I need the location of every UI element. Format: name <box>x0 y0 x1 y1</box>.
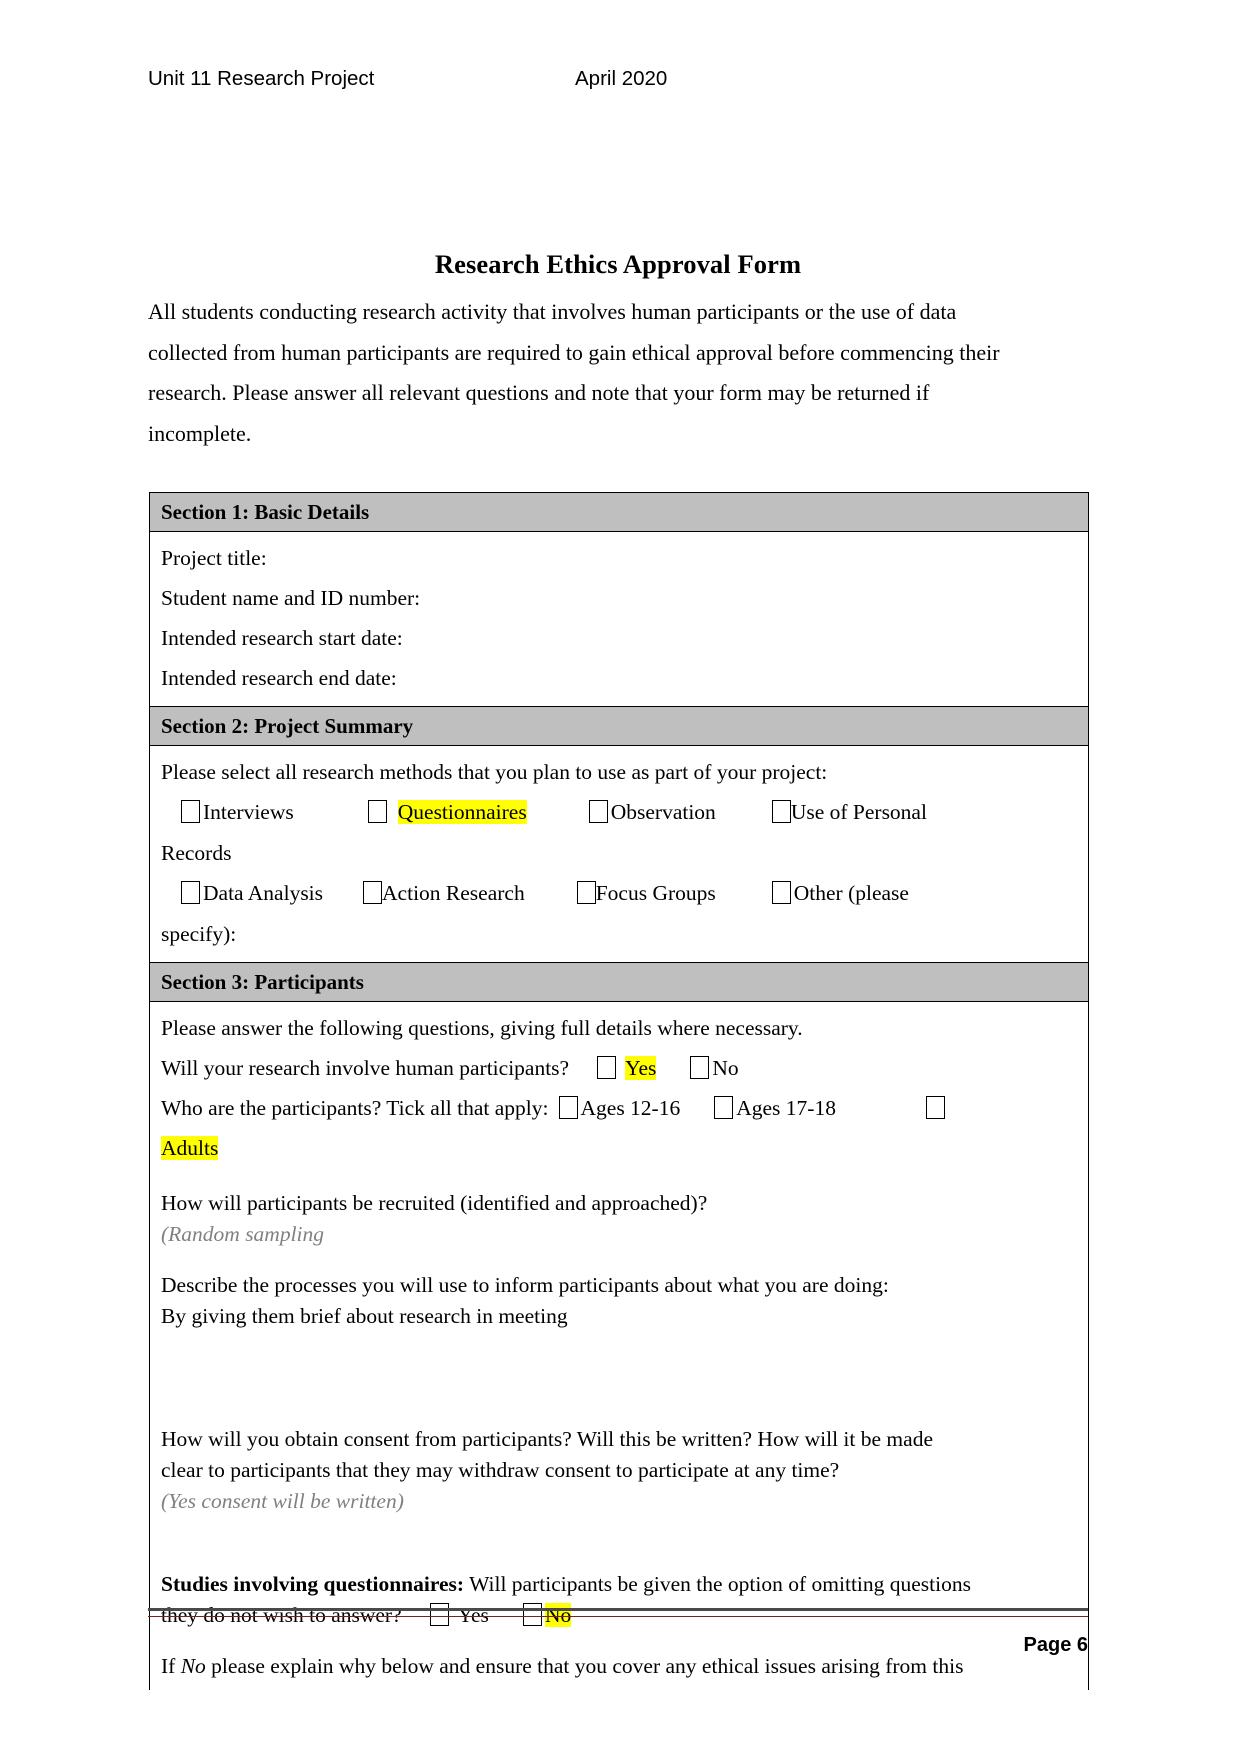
question-consent: How will you obtain consent from partici… <box>161 1424 1076 1517</box>
document-page: Unit 11 Research Project April 2020 Rese… <box>0 0 1241 1754</box>
checkbox-icon[interactable] <box>597 1056 617 1079</box>
question-text-line-1: Studies involving questionnaires: Will p… <box>161 1569 1076 1600</box>
option-label-ages-17-18: Ages 17-18 <box>736 1096 836 1120</box>
footer-rule-dark <box>148 1608 1088 1611</box>
checkbox-icon[interactable] <box>771 881 791 904</box>
page-title: Research Ethics Approval Form <box>434 249 802 279</box>
participants-prompt: Please answer the following questions, g… <box>161 1016 803 1040</box>
checkbox-icon[interactable] <box>714 1096 734 1119</box>
answer-no-label[interactable]: No <box>712 1056 738 1080</box>
section-2-body: Please select all research methods that … <box>150 746 1088 963</box>
section-3-heading: Section 3: Participants <box>150 963 1088 1002</box>
checkbox-option-interviews[interactable]: Interviews <box>181 792 294 833</box>
option-label: Focus Groups <box>595 881 716 905</box>
checkbox-option-data-analysis[interactable]: Data Analysis <box>181 873 323 914</box>
question-questionnaires-omit: Studies involving questionnaires: Will p… <box>161 1569 1076 1631</box>
ethics-form-table: Section 1: Basic Details Project title: … <box>149 492 1089 1690</box>
header-right-date: April 2020 <box>575 67 668 90</box>
option-label-adults-wrap: Adults <box>161 1128 1076 1168</box>
methods-row-2-wrap: specify): <box>161 922 237 946</box>
checkbox-option-questionnaires[interactable]: Questionnaires <box>367 792 527 833</box>
checkbox-icon[interactable] <box>367 800 387 823</box>
section-1-heading: Section 1: Basic Details <box>150 493 1088 532</box>
checkbox-option-other[interactable]: Other (please <box>771 873 909 914</box>
answer-recruitment[interactable]: (Random sampling <box>161 1219 1076 1250</box>
checkbox-option-use-of-personal-records[interactable]: Use of Personal <box>771 792 927 833</box>
methods-prompt: Please select all research methods that … <box>161 760 828 784</box>
answer-consent[interactable]: (Yes consent will be written) <box>161 1486 1076 1517</box>
answer-inform-participants[interactable]: By giving them brief about research in m… <box>161 1301 1076 1332</box>
question-text-rest-2: they do not wish to answer? <box>161 1603 402 1627</box>
checkbox-icon[interactable] <box>558 1096 578 1119</box>
field-project-title[interactable]: Project title: <box>161 538 1076 578</box>
checkbox-option-focus-groups[interactable]: Focus Groups <box>576 873 716 914</box>
checkbox-icon[interactable] <box>588 800 608 823</box>
question-who-are-participants: Who are the participants? Tick all that … <box>161 1088 1076 1128</box>
checkbox-option-observation[interactable]: Observation <box>588 792 716 833</box>
checkbox-icon[interactable] <box>429 1603 449 1626</box>
question-recruitment: How will participants be recruited (iden… <box>161 1188 1076 1250</box>
option-label: Interviews <box>203 800 294 824</box>
methods-row-2: Data Analysis Action Research Focus Groups… <box>161 873 1076 914</box>
intro-line-3: research. Please answer all relevant que… <box>148 380 930 405</box>
footer-page-number: Page 6 <box>1023 1634 1088 1656</box>
option-label: Questionnaires <box>397 800 527 824</box>
answer-no-label[interactable]: No <box>544 1603 572 1627</box>
field-end-date[interactable]: Intended research end date: <box>161 658 1076 698</box>
checkbox-icon[interactable] <box>925 1096 945 1119</box>
question-text-rest: Will participants be given the option of… <box>464 1572 971 1596</box>
option-label: Action Research <box>382 881 525 905</box>
footer-rule-red <box>148 1616 1088 1617</box>
checkbox-icon[interactable] <box>576 881 596 904</box>
intro-line-4: incomplete. <box>148 420 252 446</box>
field-student-name-id[interactable]: Student name and ID number: <box>161 578 1076 618</box>
intro-paragraph: All students conducting research activit… <box>148 292 1086 454</box>
checkbox-icon[interactable] <box>522 1603 542 1626</box>
methods-row-1-wrap: Records <box>161 841 232 865</box>
option-label: Use of Personal <box>790 800 927 824</box>
section-3-body: Please answer the following questions, g… <box>150 1002 1088 1690</box>
checkbox-icon[interactable] <box>363 881 383 904</box>
section-2-heading: Section 2: Project Summary <box>150 707 1088 746</box>
checkbox-icon[interactable] <box>690 1056 710 1079</box>
field-start-date[interactable]: Intended research start date: <box>161 618 1076 658</box>
checkbox-icon[interactable] <box>181 881 200 904</box>
section-1-body: Project title: Student name and ID numbe… <box>150 532 1088 707</box>
option-label: Other (please <box>793 881 909 905</box>
intro-line-1: All students conducting research activit… <box>148 299 957 324</box>
question-inform-participants: Describe the processes you will use to i… <box>161 1270 1076 1332</box>
question-human-participants: Will your research involve human partici… <box>161 1048 1076 1088</box>
question-text-line-1: How will you obtain consent from partici… <box>161 1427 933 1451</box>
methods-row-1: Interviews Questionnaires Observation Use o… <box>161 792 1076 833</box>
option-label: Observation <box>610 800 716 824</box>
option-label-ages-12-16: Ages 12-16 <box>580 1096 681 1120</box>
question-text-line-2: clear to participants that they may with… <box>161 1458 840 1482</box>
question-text: Who are the participants? Tick all that … <box>161 1096 549 1120</box>
question-text: Describe the processes you will use to i… <box>161 1273 889 1297</box>
answer-yes-label[interactable]: Yes <box>458 1603 489 1627</box>
option-label-adults: Adults <box>161 1136 219 1160</box>
header-left-text: Unit 11 Research Project <box>148 67 375 90</box>
question-bold-lead: Studies involving questionnaires: <box>161 1572 465 1596</box>
checkbox-icon[interactable] <box>771 800 791 823</box>
checkbox-icon[interactable] <box>181 800 200 823</box>
question-text: Will your research involve human partici… <box>161 1056 570 1080</box>
option-label: Data Analysis <box>203 881 324 905</box>
checkbox-option-action-research[interactable]: Action Research <box>363 873 525 914</box>
document-header: Unit 11 Research Project April 2020 <box>148 62 1028 96</box>
question-text: How will participants be recruited (iden… <box>161 1191 708 1215</box>
answer-yes-label[interactable]: Yes <box>625 1056 657 1080</box>
intro-line-2: collected from human participants are re… <box>148 339 1000 365</box>
